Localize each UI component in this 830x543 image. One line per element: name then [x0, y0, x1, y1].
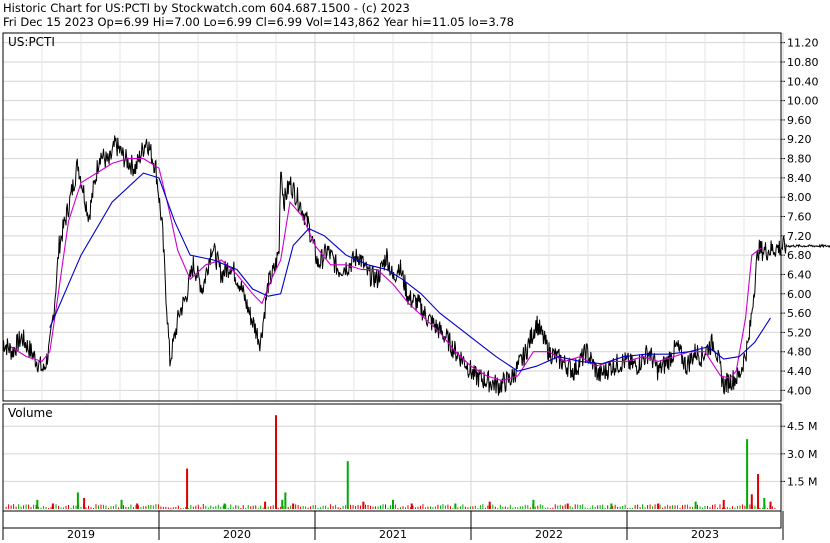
price-tick-label: 4.00	[787, 384, 812, 397]
x-axis-frame	[2, 510, 782, 529]
price-tick-label: 6.40	[787, 268, 812, 281]
x-tick-label: 2020	[223, 528, 251, 541]
price-tick-label: 10.80	[787, 56, 819, 69]
x-tick-label: 2022	[535, 528, 563, 541]
volume-tick-label: 4.5 M	[787, 420, 817, 433]
volume-panel: 4.5 M 3.0 M 1.5 M Volume	[2, 403, 817, 512]
stock-chart: 11.20 10.80 10.40 10.00 9.60 9.20 8.80 8.40 8.00…	[2, 32, 830, 541]
volume-tick-label: 1.5 M	[787, 475, 817, 488]
x-tick-label: 2019	[67, 528, 95, 541]
price-tick-label: 4.80	[787, 346, 812, 359]
price-tick-label: 6.80	[787, 249, 812, 262]
price-tick-label: 7.20	[787, 230, 812, 243]
symbol-label: US:PCTI	[8, 35, 55, 49]
price-tick-label: 9.20	[787, 133, 812, 146]
price-tick-label: 5.60	[787, 307, 812, 320]
price-tick-label: 8.00	[787, 191, 812, 204]
price-tick-label: 11.20	[787, 37, 819, 50]
x-tick-label: 2023	[691, 528, 719, 541]
price-tick-label: 10.00	[787, 95, 819, 108]
price-tick-label: 8.40	[787, 172, 812, 185]
x-tick-label: 2021	[379, 528, 407, 541]
price-tick-label: 5.20	[787, 326, 812, 339]
price-tick-label: 9.60	[787, 114, 812, 127]
x-axis: 201920202021202220232024	[2, 510, 784, 541]
price-panel: 11.20 10.80 10.40 10.00 9.60 9.20 8.80 8.40 8.00…	[2, 32, 830, 402]
volume-tick-label: 3.0 M	[787, 448, 817, 461]
price-tick-label: 8.80	[787, 153, 812, 166]
price-tick-label: 4.40	[787, 365, 812, 378]
volume-plot-area	[3, 404, 781, 511]
volume-title: Volume	[8, 406, 53, 420]
price-tick-label: 7.60	[787, 211, 812, 224]
price-tick-label: 10.40	[787, 75, 819, 88]
price-tick-label: 6.00	[787, 288, 812, 301]
